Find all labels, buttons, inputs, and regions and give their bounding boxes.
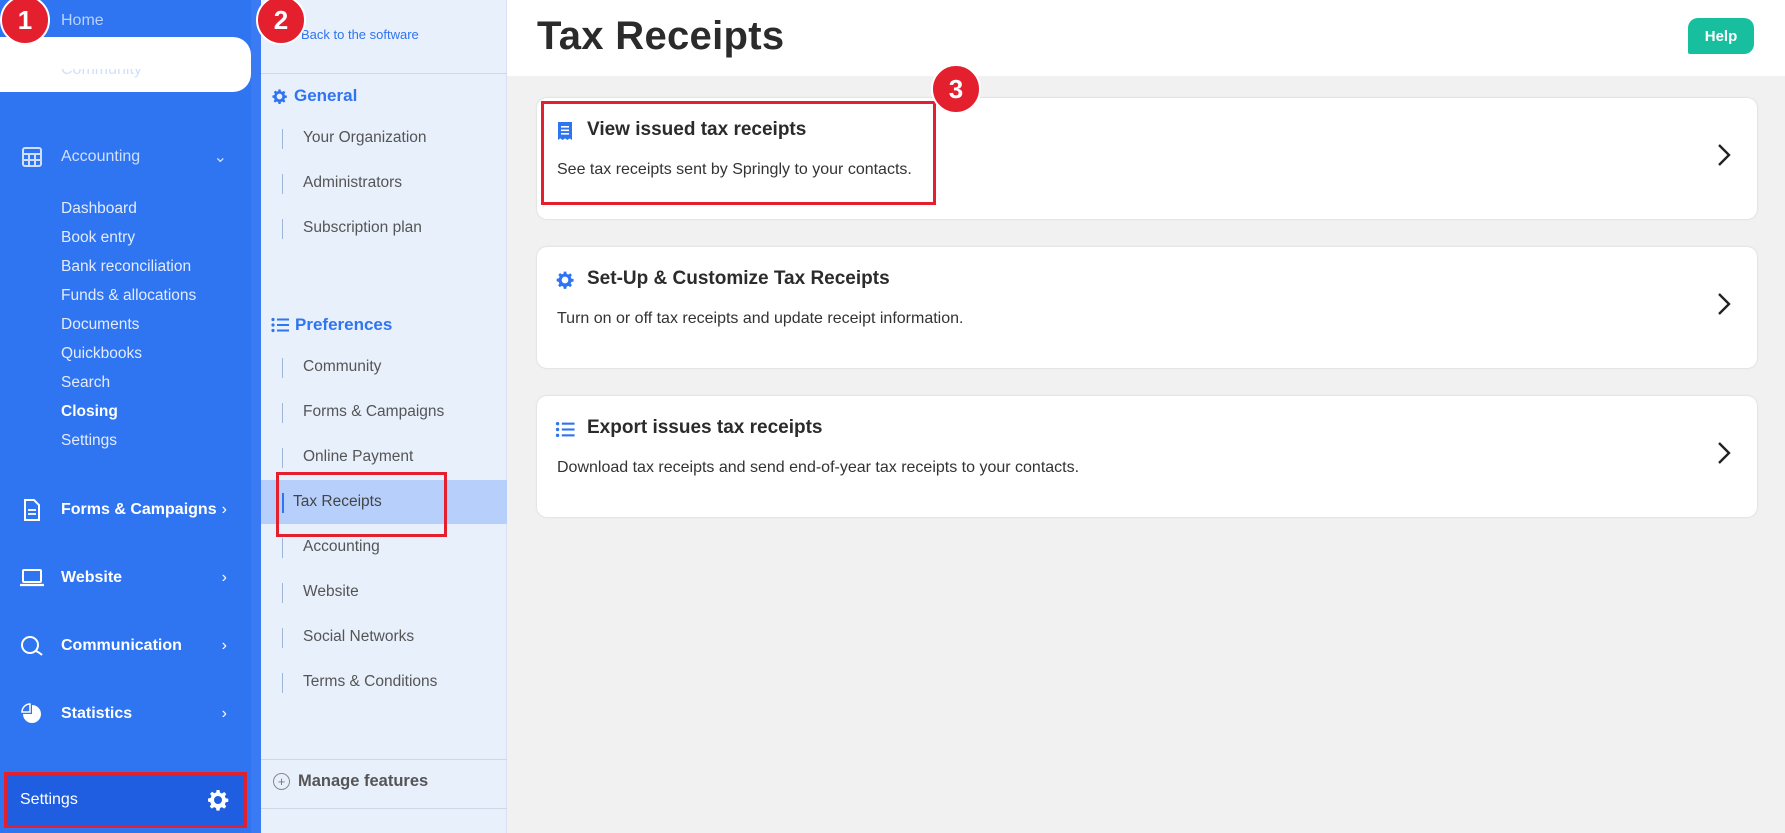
menu-item-social-networks[interactable]: Social Networks xyxy=(271,615,507,659)
nav-sub-book-entry[interactable]: Book entry xyxy=(61,229,135,247)
help-button[interactable]: Help xyxy=(1688,18,1754,54)
chevron-right-icon: › xyxy=(221,637,227,654)
nav-sub-quickbooks[interactable]: Quickbooks xyxy=(61,345,142,363)
chevron-right-icon xyxy=(1718,442,1731,464)
nav-item-communication[interactable]: Communication › xyxy=(0,626,251,666)
manage-features-button[interactable]: + Manage features xyxy=(273,772,428,791)
nav-item-forms-campaigns[interactable]: Forms & Campaigns › xyxy=(0,490,251,530)
nav-sub-documents[interactable]: Documents xyxy=(61,316,139,334)
section-preferences: Preferences xyxy=(271,315,392,335)
list-icon xyxy=(271,317,289,333)
calculator-icon xyxy=(18,143,46,171)
tax-receipts-highlight xyxy=(276,472,447,537)
nav-sub-bank-reconciliation[interactable]: Bank reconciliation xyxy=(61,258,191,276)
plus-circle-icon: + xyxy=(273,773,290,790)
nav-item-accounting[interactable]: Accounting ⌄ xyxy=(0,137,251,177)
page-header: Tax Receipts Help xyxy=(507,0,1785,76)
card-setup-customize-tax-receipts[interactable]: Set-Up & Customize Tax Receipts Turn on … xyxy=(537,247,1757,368)
step-badge-3: 3 xyxy=(931,64,981,114)
back-to-software-link[interactable]: Back to the software xyxy=(301,27,419,42)
nav-item-website[interactable]: Website › xyxy=(0,558,251,598)
gear-icon xyxy=(272,88,287,104)
menu-item-administrators[interactable]: Administrators xyxy=(271,161,507,205)
chevron-down-icon: ⌄ xyxy=(213,149,227,166)
section-general: General xyxy=(271,86,357,106)
gear-icon xyxy=(206,788,230,812)
nav-sub-search[interactable]: Search xyxy=(61,374,110,392)
nav-item-community[interactable]: Community xyxy=(0,69,251,95)
nav-item-statistics[interactable]: Statistics › xyxy=(0,694,251,734)
settings-menu: Back to the software General Your Organi… xyxy=(261,0,507,833)
chevron-right-icon: › xyxy=(221,569,227,586)
main-content: Tax Receipts Help View issued tax receip… xyxy=(507,0,1785,833)
chevron-right-icon xyxy=(1718,144,1731,166)
menu-item-forms-campaigns[interactable]: Forms & Campaigns xyxy=(271,390,507,434)
nav-item-home[interactable]: Home xyxy=(61,12,104,30)
chevron-right-icon xyxy=(1718,293,1731,315)
nav-sub-closing[interactable]: Closing xyxy=(61,403,118,421)
menu-item-website[interactable]: Website xyxy=(271,570,507,614)
card-export-tax-receipts[interactable]: Export issues tax receipts Download tax … xyxy=(537,396,1757,517)
menu-item-your-organization[interactable]: Your Organization xyxy=(271,116,507,160)
gear-icon xyxy=(554,269,576,291)
menu-item-community[interactable]: Community xyxy=(271,345,507,389)
nav-sub-dashboard[interactable]: Dashboard xyxy=(61,200,137,218)
nav-divider xyxy=(251,0,261,833)
card-view-issued-tax-receipts[interactable]: View issued tax receipts See tax receipt… xyxy=(537,98,1757,219)
laptop-icon xyxy=(18,564,46,592)
receipt-icon xyxy=(554,120,576,142)
menu-divider xyxy=(261,759,507,760)
document-icon xyxy=(18,496,46,524)
list-icon xyxy=(554,418,576,440)
menu-item-terms-conditions[interactable]: Terms & Conditions xyxy=(271,660,507,704)
menu-divider xyxy=(261,73,507,74)
main-sidebar: Home Community Accounting ⌄ Dashboard Bo… xyxy=(0,0,251,833)
nav-sub-funds-allocations[interactable]: Funds & allocations xyxy=(61,287,196,305)
menu-item-subscription-plan[interactable]: Subscription plan xyxy=(271,206,507,250)
pie-chart-icon xyxy=(18,700,46,728)
page-title: Tax Receipts xyxy=(537,14,785,58)
chevron-right-icon: › xyxy=(221,501,227,518)
menu-divider xyxy=(261,808,507,809)
chevron-right-icon: › xyxy=(221,705,227,722)
settings-button[interactable]: Settings xyxy=(4,772,247,828)
nav-sub-settings[interactable]: Settings xyxy=(61,432,117,450)
chat-bubbles-icon xyxy=(18,632,46,660)
